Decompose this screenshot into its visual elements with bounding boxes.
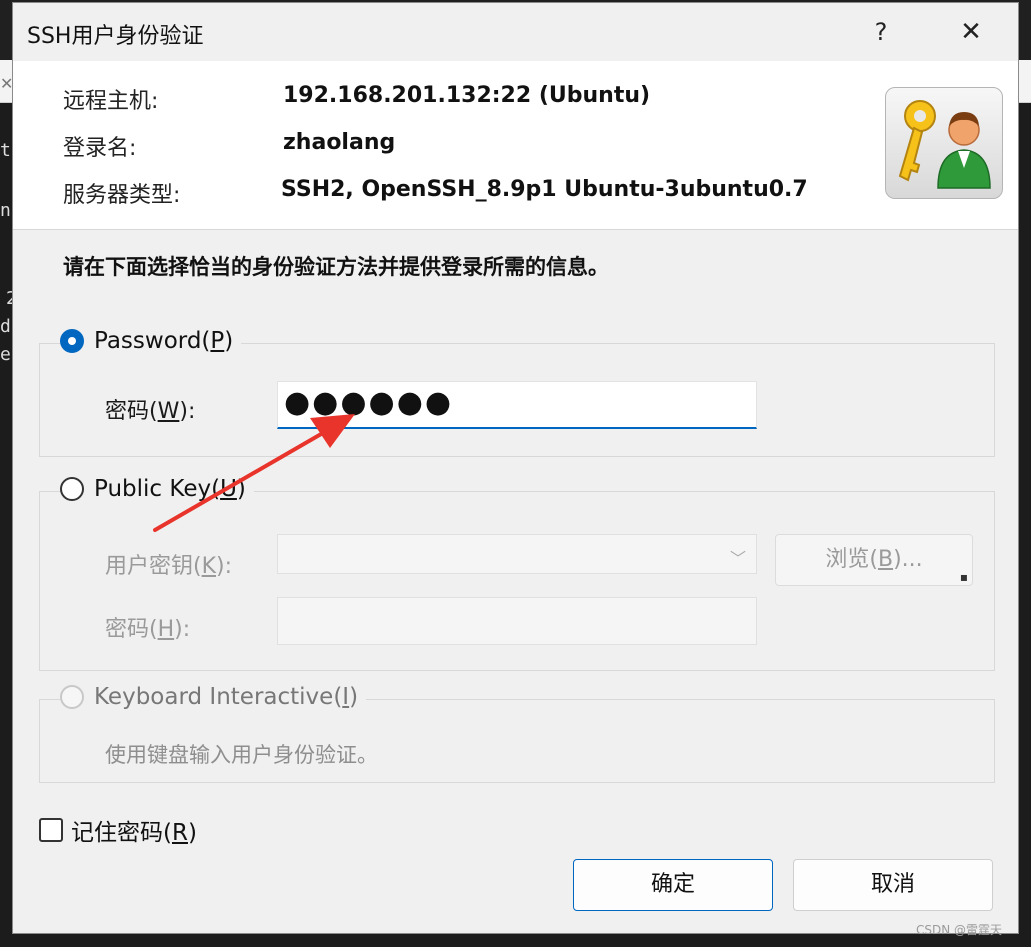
annotation-arrow-icon <box>153 414 355 532</box>
watermark: CSDN @雷霆天 <box>916 923 1003 937</box>
